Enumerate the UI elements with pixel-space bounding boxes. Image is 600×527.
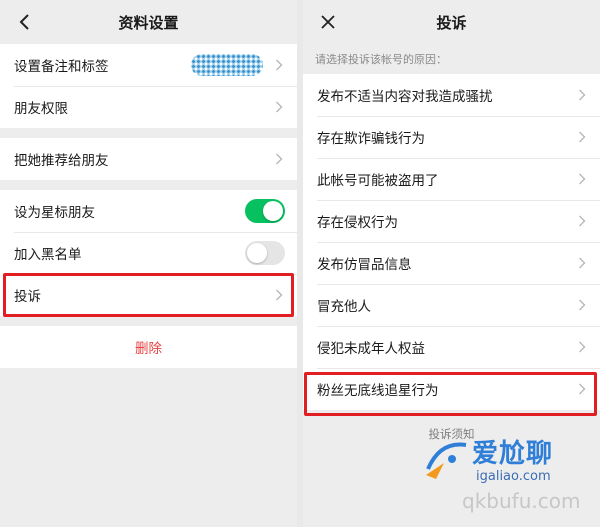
settings-group-3: 设为星标朋友 加入黑名单 投诉 (0, 190, 297, 316)
chevron-left-icon (19, 14, 29, 30)
row-label: 把她推荐给朋友 (14, 153, 109, 169)
chevron-right-icon (576, 173, 588, 185)
blacklist-toggle[interactable] (245, 241, 285, 265)
complain-row[interactable]: 投诉 (0, 274, 297, 316)
reason-label: 存在侵权行为 (317, 215, 398, 231)
blacklist-row: 加入黑名单 (0, 232, 297, 274)
nav-bar: 资料设置 (0, 0, 297, 44)
chevron-right-icon (273, 59, 285, 71)
profile-settings-panel: 资料设置 设置备注和标签 朋友权限 把她推荐给朋友 设为星标朋友 加入黑名单 投… (0, 0, 297, 527)
row-label: 设为星标朋友 (14, 205, 95, 221)
chevron-right-icon (576, 215, 588, 227)
close-icon (321, 15, 335, 29)
star-friend-row: 设为星标朋友 (0, 190, 297, 232)
reason-item[interactable]: 存在侵权行为 (303, 200, 600, 242)
reason-item[interactable]: 冒充他人 (303, 284, 600, 326)
reason-label: 存在欺诈骗钱行为 (317, 131, 425, 147)
page-title: 资料设置 (118, 13, 179, 32)
reason-label: 发布仿冒品信息 (317, 257, 412, 273)
reason-label: 发布不适当内容对我造成骚扰 (317, 89, 493, 105)
recommend-to-friends-row[interactable]: 把她推荐给朋友 (0, 138, 297, 180)
reason-item[interactable]: 粉丝无底线追星行为 (303, 368, 600, 410)
remark-and-tags-row[interactable]: 设置备注和标签 (0, 44, 297, 86)
chevron-right-icon (273, 153, 285, 165)
blurred-remark-value (191, 54, 263, 76)
reason-label: 粉丝无底线追星行为 (317, 383, 439, 399)
page-title: 投诉 (436, 13, 467, 32)
row-label: 投诉 (14, 289, 41, 305)
reason-item[interactable]: 发布不适当内容对我造成骚扰 (303, 74, 600, 116)
row-label: 加入黑名单 (14, 247, 82, 263)
star-friend-toggle[interactable] (245, 199, 285, 223)
complaint-notice-link[interactable]: 投诉须知 (303, 426, 600, 442)
chevron-right-icon (576, 131, 588, 143)
back-button[interactable] (10, 0, 40, 44)
settings-group-1: 设置备注和标签 朋友权限 (0, 44, 297, 128)
complaint-panel: 投诉 请选择投诉该帐号的原因： 发布不适当内容对我造成骚扰 存在欺诈骗钱行为 此… (303, 0, 600, 527)
friend-permissions-row[interactable]: 朋友权限 (0, 86, 297, 128)
chevron-right-icon (576, 341, 588, 353)
settings-group-2: 把她推荐给朋友 (0, 138, 297, 180)
reason-label: 侵犯未成年人权益 (317, 341, 425, 357)
row-label: 设置备注和标签 (14, 59, 109, 75)
reason-item[interactable]: 此帐号可能被盗用了 (303, 158, 600, 200)
reason-list: 发布不适当内容对我造成骚扰 存在欺诈骗钱行为 此帐号可能被盗用了 存在侵权行为 … (303, 74, 600, 410)
chevron-right-icon (273, 101, 285, 113)
row-label: 朋友权限 (14, 101, 68, 117)
delete-button[interactable]: 删除 (0, 326, 297, 368)
chevron-right-icon (576, 383, 588, 395)
chevron-right-icon (576, 257, 588, 269)
reason-label: 此帐号可能被盗用了 (317, 173, 439, 189)
chevron-right-icon (576, 299, 588, 311)
reason-item[interactable]: 侵犯未成年人权益 (303, 326, 600, 368)
reason-item[interactable]: 存在欺诈骗钱行为 (303, 116, 600, 158)
close-button[interactable] (313, 0, 343, 44)
nav-bar: 投诉 (303, 0, 600, 44)
chevron-right-icon (273, 289, 285, 301)
reason-hint: 请选择投诉该帐号的原因： (315, 53, 447, 66)
reason-label: 冒充他人 (317, 299, 371, 315)
reason-item[interactable]: 发布仿冒品信息 (303, 242, 600, 284)
chevron-right-icon (576, 89, 588, 101)
